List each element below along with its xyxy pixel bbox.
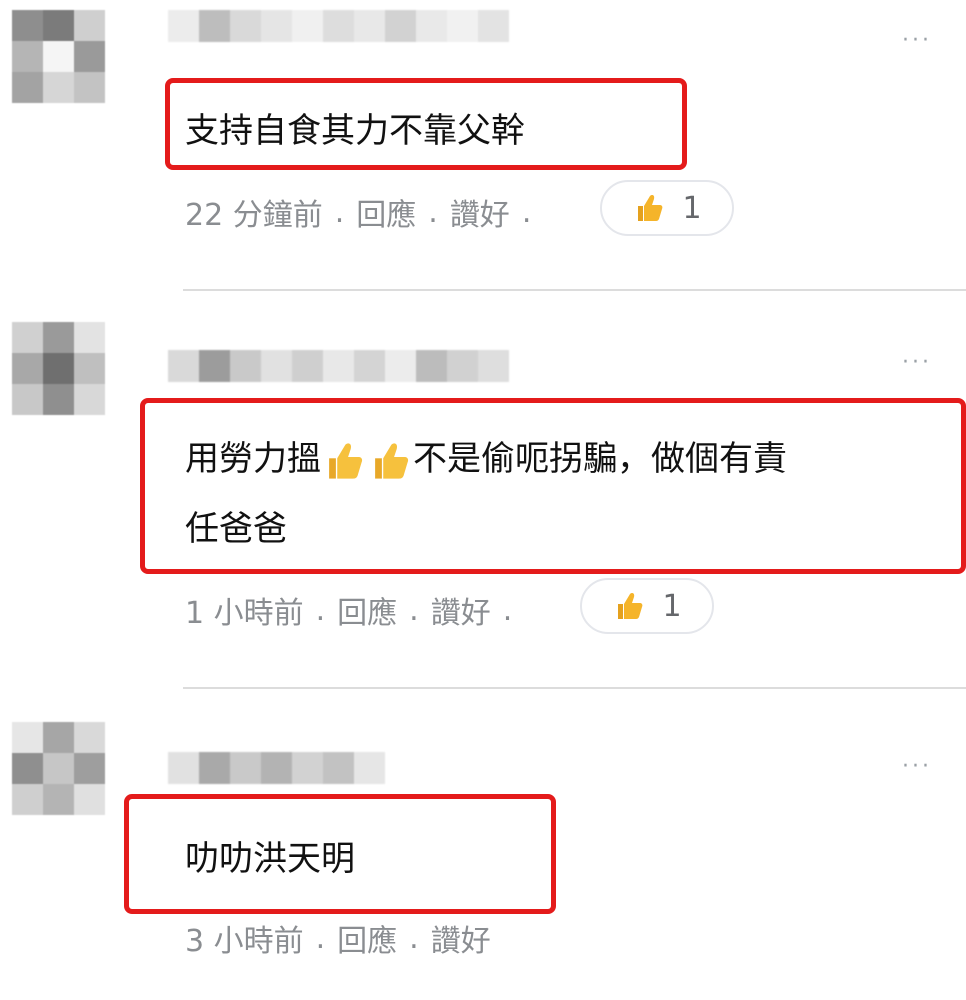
reaction-count[interactable]: 1	[600, 180, 734, 236]
thumbs-up-icon	[638, 195, 663, 221]
commenter-name-blurred[interactable]	[168, 752, 385, 784]
avatar[interactable]	[12, 322, 105, 415]
reply-link[interactable]: 回應	[356, 190, 416, 234]
reply-link[interactable]: 回應	[337, 588, 397, 632]
more-options-icon[interactable]: ···	[902, 352, 932, 374]
thumbs-up-icon	[618, 593, 643, 619]
divider	[183, 687, 966, 689]
comment-meta: 1 小時前 . 回應 . 讚好 .	[185, 588, 524, 632]
comment-text: 叻叻洪天明	[185, 839, 355, 879]
thumbs-up-icon	[375, 442, 409, 479]
like-link[interactable]: 讚好	[450, 190, 510, 234]
like-link[interactable]: 讚好	[431, 916, 491, 960]
timestamp[interactable]: 1 小時前	[185, 588, 304, 632]
more-options-icon[interactable]: ···	[902, 756, 932, 778]
divider	[183, 289, 966, 291]
like-link[interactable]: 讚好	[431, 588, 491, 632]
comment-text: 支持自食其力不靠父幹	[185, 111, 525, 151]
avatar[interactable]	[12, 722, 105, 815]
more-options-icon[interactable]: ···	[902, 30, 932, 52]
thumbs-up-icon	[329, 442, 363, 479]
avatar[interactable]	[12, 10, 105, 103]
reaction-count[interactable]: 1	[580, 578, 714, 634]
comment-text-line2: 任爸爸	[185, 509, 287, 549]
comment-meta: 3 小時前 . 回應 . 讚好	[185, 916, 491, 960]
commenter-name-blurred[interactable]	[168, 350, 509, 382]
comment-meta: 22 分鐘前 . 回應 . 讚好 .	[185, 190, 543, 234]
reply-link[interactable]: 回應	[337, 916, 397, 960]
commenter-name-blurred[interactable]	[168, 10, 509, 42]
comment-text: 用勞力搵 不是偷呃拐騙，做個有責	[185, 426, 787, 492]
timestamp[interactable]: 22 分鐘前	[185, 190, 323, 234]
timestamp[interactable]: 3 小時前	[185, 916, 304, 960]
